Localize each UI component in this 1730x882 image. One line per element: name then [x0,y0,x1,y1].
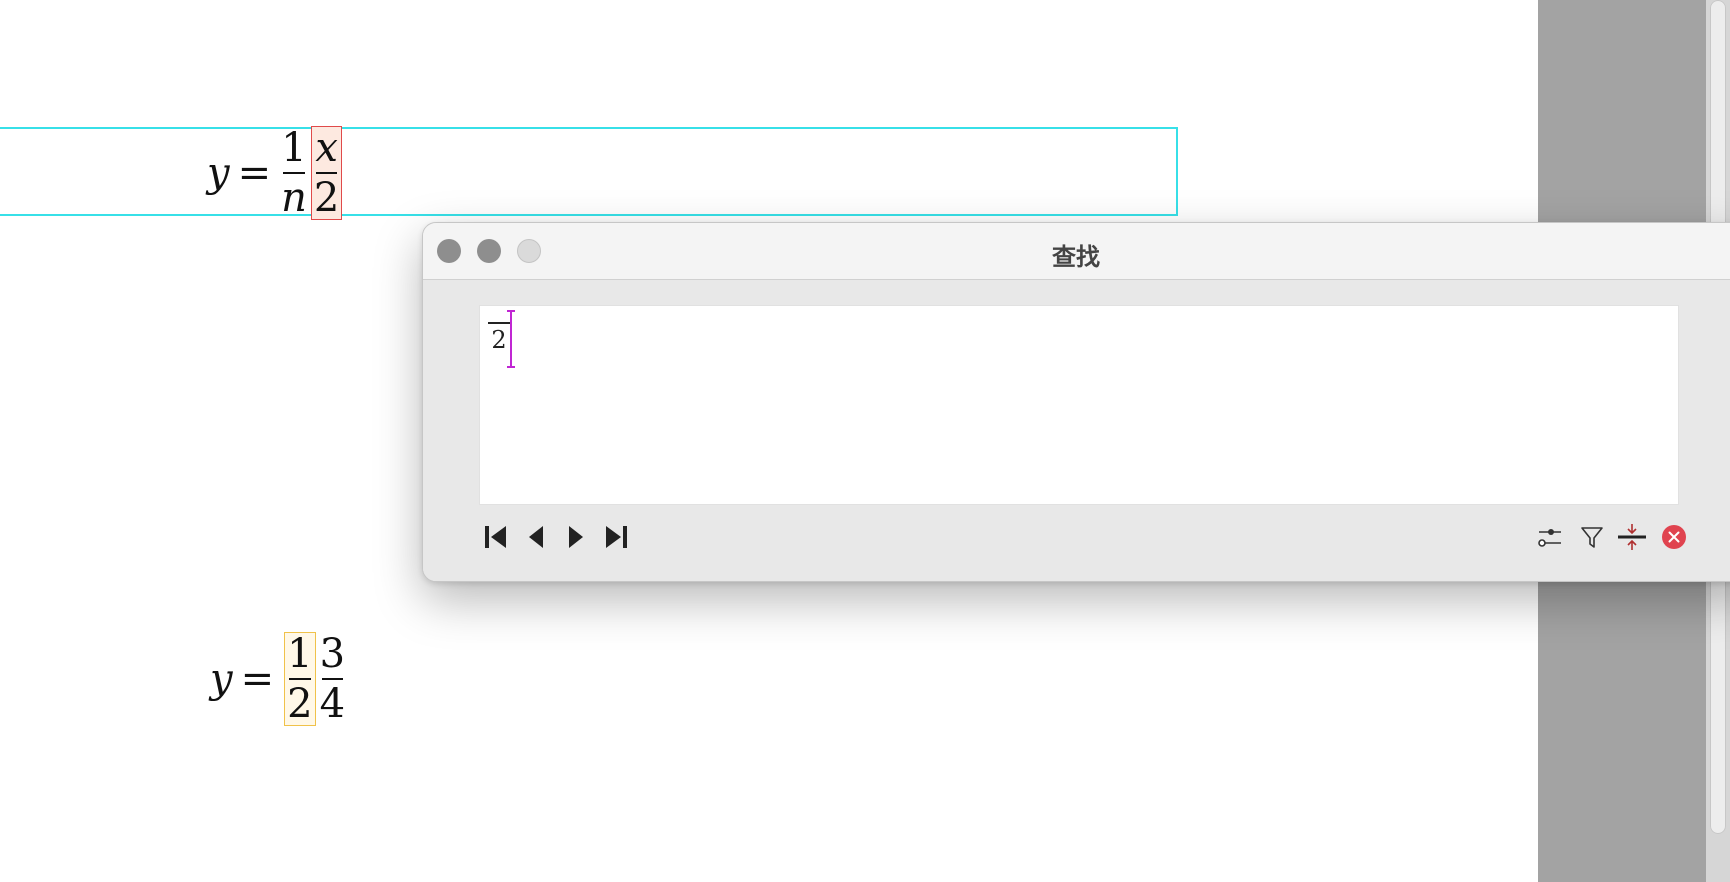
match-selection-icon [1618,524,1646,550]
match-selection-button[interactable] [1615,520,1649,554]
equation-2-equals: = [240,656,275,702]
equation-1-fraction-1-numerator: 1 [281,125,307,171]
equation-1-fraction-1: 1 n [281,127,307,219]
equation-2-fraction-2-denominator: 4 [319,681,346,727]
last-result-icon [606,526,627,548]
filter-button[interactable] [1575,520,1609,554]
next-result-button[interactable] [559,520,593,554]
query-fraction-denominator: 2 [491,326,507,354]
find-query-editor[interactable]: 2 [479,305,1679,505]
equation-selection-box[interactable] [0,127,1178,216]
dialog-titlebar[interactable]: 查找 [423,223,1730,280]
equation-2-fraction-2-numerator: 3 [319,631,346,677]
fraction-bar [289,678,311,680]
equation-2-fraction-1-numerator: 1 [287,631,313,677]
close-icon [1662,525,1686,549]
equation-2-fraction-1-match[interactable]: 1 2 [284,631,316,727]
equation-1-fraction-2-match[interactable]: x 2 [310,125,343,221]
equation-1-fraction-2-numerator: x [315,125,338,171]
filter-icon [1581,527,1603,548]
equation-2-fraction-2: 3 4 [320,633,345,725]
dialog-body: 2 [423,280,1730,581]
equation-2[interactable]: y = 1 2 3 4 [210,632,347,726]
dialog-title: 查找 [1052,244,1100,271]
last-result-button[interactable] [599,520,633,554]
close-find-button[interactable] [1657,520,1691,554]
equation-1[interactable]: y = 1 n x 2 [207,125,344,221]
equation-2-fraction-1-denominator: 2 [287,681,313,727]
options-icon [1538,529,1561,547]
equation-1-fraction-1-denominator: n [281,175,307,221]
query-fraction: 2 [488,322,510,354]
find-dialog: 查找 2 [422,222,1730,582]
text-caret [507,310,515,368]
fraction-bar [321,678,344,680]
equation-2-lhs: y [210,656,233,702]
equation-1-lhs: y [207,150,230,196]
first-result-icon [485,526,506,548]
find-toolbar [479,518,1689,558]
fraction-bar [283,172,305,174]
previous-result-icon [529,526,543,548]
fraction-bar [315,172,338,174]
first-result-button[interactable] [479,520,513,554]
query-fraction-bar [488,322,510,324]
equation-1-fraction-2-denominator: 2 [313,175,340,221]
previous-result-button[interactable] [519,520,553,554]
options-button[interactable] [1533,520,1567,554]
equation-1-equals: = [237,150,272,196]
next-result-icon [569,526,583,548]
